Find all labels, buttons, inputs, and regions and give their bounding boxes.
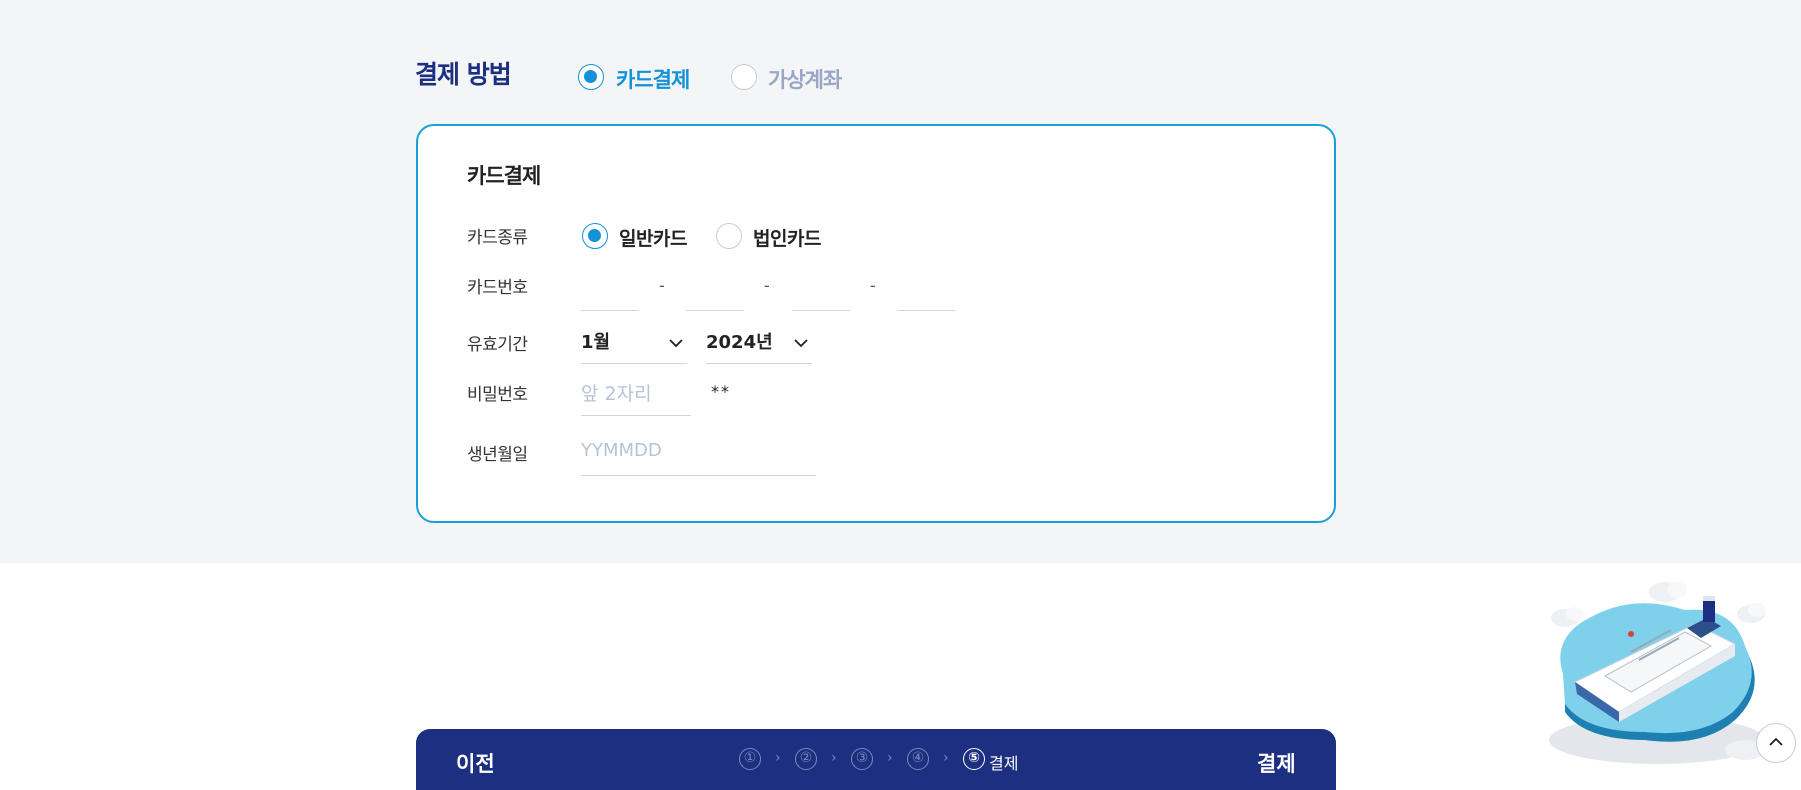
personal-card-label[interactable]: 일반카드 (619, 224, 687, 251)
card-number-field-4[interactable] (897, 310, 955, 311)
radio-personal-card[interactable] (582, 223, 608, 249)
birth-label: 생년월일 (467, 445, 528, 465)
expiry-year-underline (706, 363, 812, 364)
birth-underline (581, 475, 816, 476)
bottom-action-bar (416, 729, 1336, 790)
scroll-top-button[interactable] (1756, 723, 1796, 763)
radio-card-payment[interactable] (578, 64, 604, 90)
step-separator: › (943, 750, 949, 766)
step-separator: › (831, 750, 837, 766)
chevron-down-icon (669, 339, 683, 348)
radio-corporate-card[interactable] (716, 223, 742, 249)
card-number-field-3[interactable] (792, 310, 850, 311)
birth-placeholder: YYMMDD (581, 440, 662, 461)
cruise-ship-illustration (1549, 582, 1766, 764)
card-type-label: 카드종류 (467, 228, 528, 248)
password-underline (581, 415, 691, 416)
card-payment-panel (416, 124, 1336, 523)
prev-button[interactable]: 이전 (456, 748, 495, 778)
step-indicator-5: ⑤ (963, 748, 985, 770)
card-number-label: 카드번호 (467, 278, 528, 298)
card-number-separator: - (764, 276, 770, 295)
radio-virtual-account[interactable] (731, 64, 757, 90)
card-number-field-1[interactable] (581, 310, 639, 311)
method-label-virtual-account[interactable]: 가상계좌 (768, 64, 842, 94)
step-separator: › (775, 750, 781, 766)
step-indicator-3: ③ (851, 748, 873, 770)
step-indicator-2: ② (795, 748, 817, 770)
chevron-down-icon (794, 339, 808, 348)
card-number-field-2[interactable] (686, 310, 744, 311)
card-panel-title: 카드결제 (467, 164, 541, 188)
pay-button[interactable]: 결제 (1257, 748, 1296, 778)
step-indicator-4: ④ (907, 748, 929, 770)
card-number-separator: - (870, 276, 876, 295)
password-label: 비밀번호 (467, 385, 528, 405)
password-placeholder: 앞 2자리 (581, 383, 652, 405)
corporate-card-label[interactable]: 법인카드 (753, 224, 821, 251)
method-label-card[interactable]: 카드결제 (616, 64, 690, 94)
current-step-label: 결제 (989, 754, 1019, 773)
expiry-label: 유효기간 (467, 335, 528, 355)
expiry-year-value: 2024년 (706, 332, 773, 353)
section-title: 결제 방법 (415, 60, 512, 89)
step-indicator-1: ① (739, 748, 761, 770)
password-mask: ** (711, 382, 731, 401)
step-separator: › (887, 750, 893, 766)
card-number-separator: - (659, 276, 665, 295)
chevron-up-icon (1769, 737, 1783, 746)
expiry-month-value: 1월 (581, 332, 611, 353)
expiry-month-underline (581, 363, 687, 364)
